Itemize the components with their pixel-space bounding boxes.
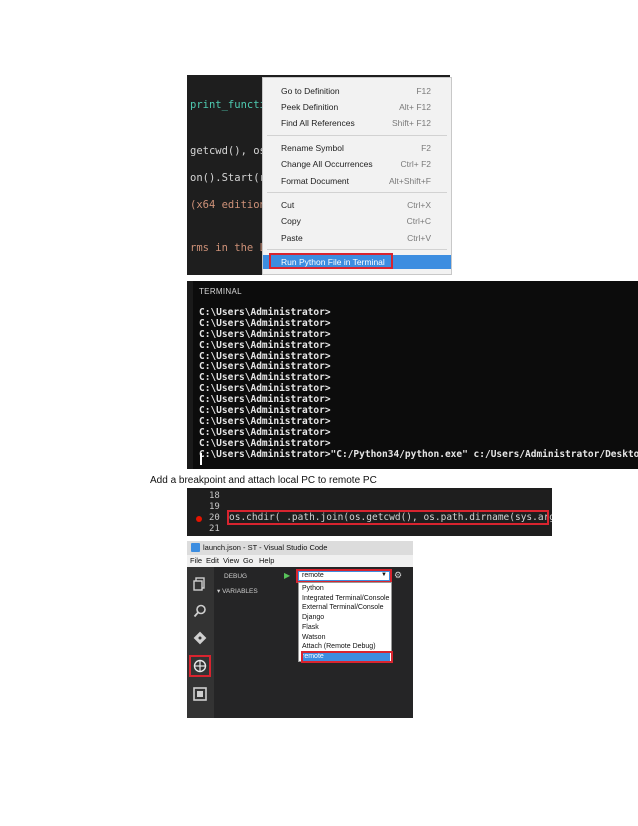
menu-item-shortcut: F12 (416, 86, 431, 96)
menu-item-format-document[interactable]: Format Document Alt+Shift+F (263, 174, 451, 188)
menu-item-label: Find All References (281, 118, 355, 128)
debug-label: DEBUG (224, 573, 248, 580)
menu-item-label: Paste (281, 233, 303, 243)
highlight-box (227, 510, 549, 525)
terminal-gutter (187, 281, 193, 469)
menu-item-label: Rename Symbol (281, 143, 344, 153)
menu-item-find-all-references[interactable]: Find All References Shift+ F12 (263, 116, 451, 130)
config-option-python[interactable]: Python (301, 584, 390, 594)
menu-item-label: Change All Occurrences (281, 159, 373, 169)
menu-item-shortcut: Shift+ F12 (392, 118, 431, 128)
menu-separator (267, 135, 447, 136)
terminal-output[interactable]: C:\Users\Administrator> C:\Users\Administ… (199, 307, 638, 460)
code-line: getcwd(), os. (190, 145, 273, 157)
menu-item-label: Peek Definition (281, 102, 339, 112)
line-number: 19 (209, 502, 220, 512)
menu-file[interactable]: File (190, 556, 202, 565)
variables-header[interactable]: ▾ VARIABLES (217, 587, 258, 595)
git-icon[interactable] (193, 631, 207, 645)
menu-help[interactable]: Help (259, 556, 274, 565)
config-option-watson[interactable]: Watson (301, 633, 390, 643)
code-line: (x64 edition) (190, 199, 273, 211)
breakpoint-screenshot: 18 19 20 21 os.chdir( .path.join(os.getc… (187, 488, 552, 536)
terminal-line: C:\Users\Administrator> (199, 339, 331, 351)
menu-item-rename-symbol[interactable]: Rename Symbol F2 (263, 141, 451, 155)
terminal-panel: TERMINAL C:\Users\Administrator> C:\Users… (187, 281, 638, 469)
menu-item-paste[interactable]: Paste Ctrl+V (263, 231, 451, 245)
activity-bar (187, 567, 214, 718)
terminal-line: C:\Users\Administrator>"C:/Python34/pyth… (199, 448, 638, 460)
menu-separator (267, 249, 447, 250)
extensions-icon[interactable] (193, 687, 207, 701)
explorer-icon[interactable] (193, 577, 207, 591)
menu-item-shortcut: Ctrl+X (407, 200, 431, 210)
window-titlebar: launch.json - ST - Visual Studio Code (187, 541, 413, 555)
menu-separator (267, 192, 447, 193)
config-option-django[interactable]: Django (301, 613, 390, 623)
highlight-box (301, 650, 393, 663)
menu-item-run-python-file-in-terminal[interactable]: Run Python File in Terminal (263, 253, 451, 269)
search-icon[interactable] (193, 604, 207, 618)
line-number: 21 (209, 524, 220, 534)
menu-item-label: Cut (281, 200, 295, 210)
menu-edit[interactable]: Edit (206, 556, 219, 565)
menu-item-label: Go to Definition (281, 86, 340, 96)
menu-item-shortcut: Alt+ F12 (399, 102, 431, 112)
menu-item-label: Copy (281, 216, 301, 226)
menu-item-shortcut: Ctrl+V (407, 233, 431, 243)
vscode-debug-screenshot: launch.json - ST - Visual Studio Code Fi… (187, 541, 413, 718)
config-option-flask[interactable]: Flask (301, 623, 390, 633)
code-line: on().Start(r" (190, 172, 273, 184)
menu-item-shortcut: F2 (421, 143, 431, 153)
caption-text: Add a breakpoint and attach local PC to … (150, 475, 377, 486)
highlight-box (189, 655, 211, 677)
highlight-box (296, 569, 392, 583)
config-option-external-terminal[interactable]: External Terminal/Console (301, 603, 390, 613)
menu-item-shortcut: Alt+Shift+F (388, 176, 431, 186)
menu-item-shortcut: Ctrl+C (406, 216, 431, 226)
menu-item-change-all-occurrences[interactable]: Change All Occurrences Ctrl+ F2 (263, 157, 451, 171)
line-number: 20 (209, 513, 220, 523)
terminal-cursor (200, 453, 202, 465)
gear-icon[interactable]: ⚙ (394, 570, 402, 581)
terminal-line: C:\Users\Administrator> (199, 437, 331, 449)
menu-item-label: Format Document (281, 176, 350, 186)
menu-bar: File Edit View Go Help (187, 555, 413, 567)
code-line: print_functio (190, 99, 273, 111)
terminal-title: TERMINAL (199, 287, 242, 296)
menu-item-go-to-definition[interactable]: Go to Definition F12 (263, 84, 451, 98)
menu-item-shortcut: Ctrl+ F2 (400, 159, 431, 169)
menu-item-copy[interactable]: Copy Ctrl+C (263, 214, 451, 228)
highlight-box (269, 253, 393, 269)
breakpoint-dot-icon[interactable] (196, 516, 202, 522)
config-dropdown-list: Python Integrated Terminal/Console Exter… (298, 582, 393, 663)
config-option-remote[interactable]: remote (301, 650, 393, 663)
line-number: 18 (209, 491, 220, 501)
menu-item-peek-definition[interactable]: Peek Definition Alt+ F12 (263, 100, 451, 114)
start-debug-play-icon[interactable]: ▶ (284, 571, 290, 580)
menu-go[interactable]: Go (243, 556, 253, 565)
window-title: launch.json - ST - Visual Studio Code (203, 543, 328, 552)
debug-sidebar: DEBUG ▶ remote ▼ ⚙ ▾ VARIABLES Python In… (214, 567, 413, 718)
menu-item-cut[interactable]: Cut Ctrl+X (263, 198, 451, 212)
config-option-integrated-terminal[interactable]: Integrated Terminal/Console (301, 594, 390, 604)
context-menu: Go to Definition F12 Peek Definition Alt+ … (262, 77, 452, 275)
vscode-logo-icon (191, 543, 200, 552)
menu-view[interactable]: View (223, 556, 239, 565)
